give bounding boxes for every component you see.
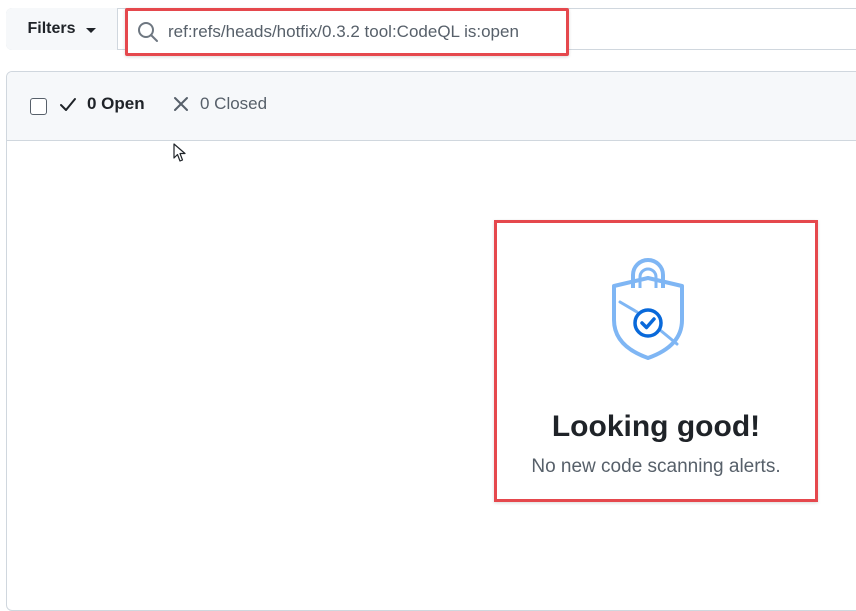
select-all-checkbox[interactable] [30,98,47,115]
shield-check-icon [612,258,684,360]
filters-label: Filters [27,20,76,37]
tab-open-label: 0 Open [87,94,145,113]
check-icon [60,98,76,111]
blank-state-description: No new code scanning alerts. [531,456,781,477]
tab-closed[interactable]: 0 Closed [172,94,267,114]
x-icon [174,97,188,111]
filters-button[interactable]: Filters [6,8,118,50]
search-icon [138,22,158,42]
blank-state: Looking good! No new code scanning alert… [494,220,818,502]
caret-down-icon [85,27,96,33]
mouse-cursor-icon [173,143,186,162]
blank-state-title: Looking good! [551,410,761,443]
search-box[interactable] [125,8,569,56]
tab-open[interactable]: 0 Open [59,94,145,114]
search-input[interactable] [168,11,564,53]
alerts-panel-header: 0 Open 0 Closed [7,72,856,141]
tab-closed-label: 0 Closed [200,94,268,113]
